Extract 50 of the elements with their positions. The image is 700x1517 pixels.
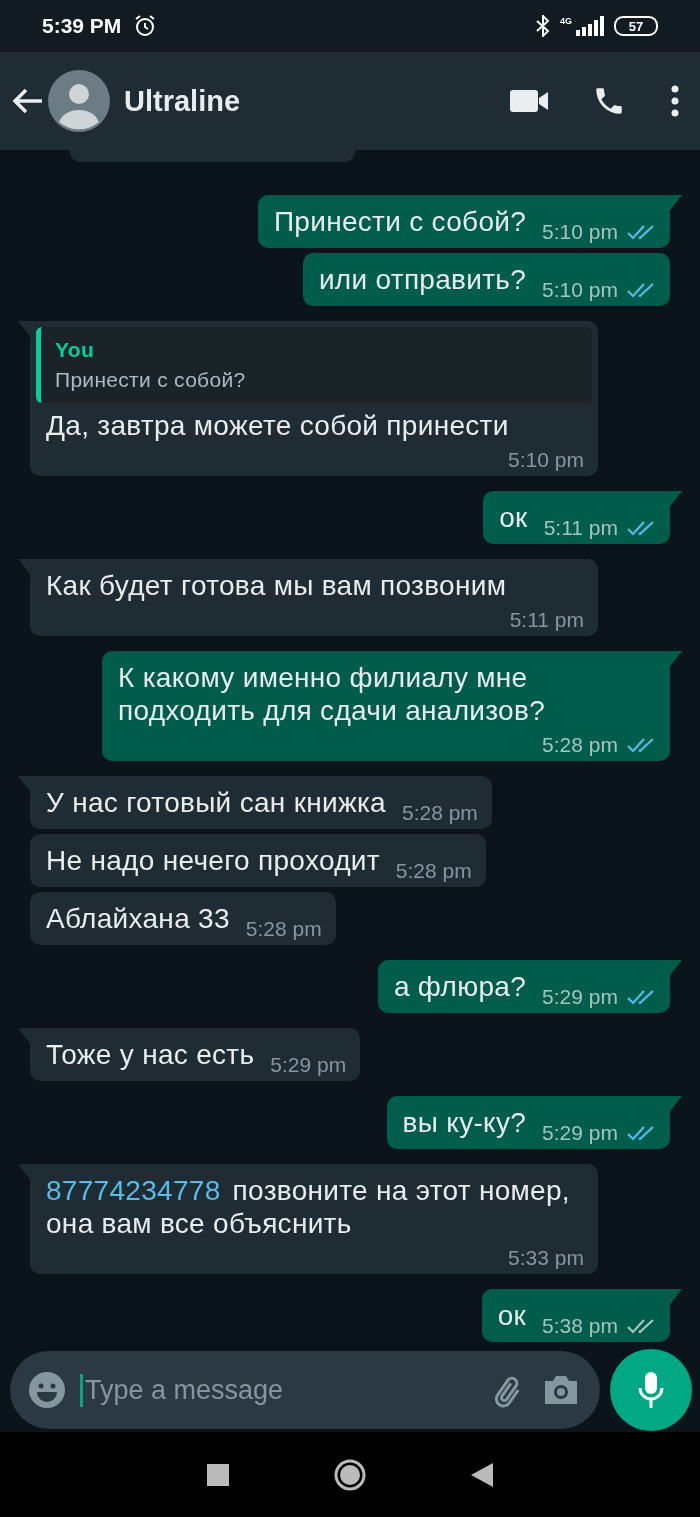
bluetooth-icon xyxy=(536,15,550,37)
home-icon[interactable] xyxy=(334,1458,366,1491)
message-text: У нас готовый сан книжка xyxy=(46,786,386,819)
recent-apps-icon[interactable] xyxy=(207,1463,229,1486)
message-time: 5:28 pm xyxy=(395,859,472,883)
message-text: К какому именно филиалу мне подходить для сдачи анализов? xyxy=(118,661,547,727)
signal-icon xyxy=(574,16,604,36)
message-text: Не надо нечего проходит xyxy=(46,844,380,877)
message-time: 5:11 pm xyxy=(543,516,618,540)
message-time: 5:11 pm xyxy=(509,608,584,632)
message-time: 5:10 pm xyxy=(542,278,618,302)
message-text: 87774234778 позвоните на этот номер, она вам все объяснить xyxy=(46,1174,571,1240)
message-time: 5:28 pm xyxy=(245,917,322,941)
network-type: 4G xyxy=(560,16,572,26)
message-text: Как будет готова мы вам позвоним xyxy=(46,569,507,602)
phone-link[interactable]: 87774234778 xyxy=(46,1175,221,1206)
clock: 5:39 PM xyxy=(42,14,122,38)
message-time: 5:28 pm xyxy=(402,801,478,825)
more-options-icon[interactable] xyxy=(670,85,680,117)
message-text: вы ку-ку? xyxy=(402,1106,527,1139)
quote-text: Принести с собой? xyxy=(55,367,247,393)
battery-level: 57 xyxy=(614,16,658,36)
message-field[interactable]: Type a message xyxy=(10,1351,600,1429)
message-time: 5:29 pm xyxy=(270,1053,347,1077)
video-call-icon[interactable] xyxy=(510,89,548,113)
message-input[interactable]: Type a message xyxy=(80,1373,474,1407)
message-text: Тоже у нас есть xyxy=(46,1038,255,1071)
message-text: ок xyxy=(499,501,528,534)
back-arrow-icon[interactable] xyxy=(12,87,44,115)
avatar-icon[interactable] xyxy=(48,70,110,132)
back-icon[interactable] xyxy=(471,1462,493,1487)
quoted-message[interactable]: You Принести с собой? xyxy=(36,327,592,403)
camera-icon[interactable] xyxy=(542,1373,580,1407)
message-time: 5:28 pm xyxy=(542,733,618,757)
message-time: 5:29 pm xyxy=(542,1121,618,1145)
message-time: 5:29 pm xyxy=(542,985,618,1009)
microphone-icon xyxy=(636,1370,666,1410)
message-time: 5:38 pm xyxy=(542,1314,618,1338)
message-text: а флюра? xyxy=(393,970,527,1003)
quote-author: You xyxy=(55,337,95,363)
message-text: Аблайхана 33 xyxy=(46,902,230,935)
message-time: 5:33 pm xyxy=(508,1246,584,1270)
contact-name[interactable]: Ultraline xyxy=(124,84,241,118)
emoji-icon[interactable] xyxy=(28,1371,66,1409)
message-text: ок xyxy=(497,1299,527,1332)
message-time: 5:10 pm xyxy=(542,220,618,244)
message-text: или отправить? xyxy=(318,263,527,296)
message-text: Да, завтра можете собой принести xyxy=(46,409,509,442)
message-text: Принести с собой? xyxy=(273,205,527,238)
message-time: 5:10 pm xyxy=(508,448,584,472)
